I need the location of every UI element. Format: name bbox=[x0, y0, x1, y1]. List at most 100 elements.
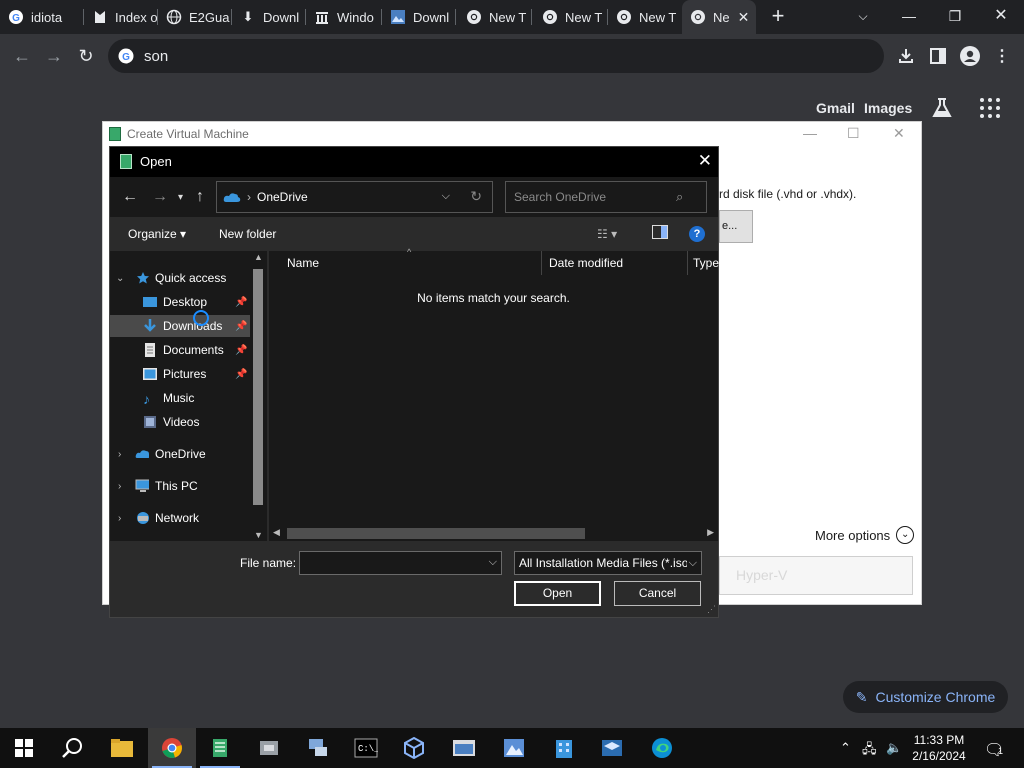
menu-icon[interactable]: ⋮ bbox=[990, 44, 1014, 68]
scroll-right-icon[interactable]: ▶ bbox=[707, 527, 714, 538]
chrome-taskbar-button[interactable] bbox=[148, 728, 196, 768]
open-button[interactable]: Open bbox=[514, 581, 601, 606]
search-taskbar-button[interactable] bbox=[48, 728, 96, 768]
tab-0[interactable]: G idiota bbox=[8, 0, 84, 34]
refresh-icon[interactable]: ↻ bbox=[470, 188, 482, 205]
more-options-button[interactable]: More options ⌄ bbox=[815, 526, 915, 544]
view-options-icon[interactable]: ☷ ▾ bbox=[597, 227, 617, 241]
nav-item-documents[interactable]: Documents 📌 bbox=[110, 339, 250, 361]
close-tab-icon[interactable]: ✕ bbox=[738, 9, 750, 26]
tab-7[interactable]: New T bbox=[532, 0, 608, 34]
volume-muted-icon[interactable]: 🔈 bbox=[886, 740, 902, 756]
app-taskbar-button-5[interactable] bbox=[540, 728, 588, 768]
preview-pane-icon[interactable] bbox=[652, 225, 668, 242]
app-taskbar-button-3[interactable] bbox=[440, 728, 488, 768]
edge-taskbar-button[interactable] bbox=[638, 728, 686, 768]
tab-3[interactable]: ⬇ Downl bbox=[232, 0, 306, 34]
column-header-date-modified[interactable]: Date modified bbox=[549, 251, 623, 275]
collapsed-chevron-icon[interactable]: › bbox=[118, 481, 121, 492]
profile-icon[interactable] bbox=[958, 44, 982, 68]
tab-active[interactable]: Ne ✕ bbox=[682, 0, 756, 34]
file-explorer-taskbar-button[interactable] bbox=[98, 728, 146, 768]
dialog-close-button[interactable]: ✕ bbox=[698, 151, 712, 171]
labs-flask-icon[interactable] bbox=[930, 96, 954, 120]
nav-item-music[interactable]: ♪ Music bbox=[110, 387, 250, 409]
tab-8[interactable]: New T bbox=[608, 0, 682, 34]
tab-search-chevron-icon[interactable]: ⌵ bbox=[840, 0, 886, 34]
nav-scrollbar[interactable]: ▲ ▼ bbox=[251, 251, 265, 541]
side-panel-icon[interactable] bbox=[926, 44, 950, 68]
nav-item-pictures[interactable]: Pictures 📌 bbox=[110, 363, 250, 385]
nav-item-desktop[interactable]: Desktop 📌 bbox=[110, 291, 250, 313]
nav-item-network[interactable]: › Network bbox=[110, 507, 250, 529]
collapsed-chevron-icon[interactable]: › bbox=[118, 449, 121, 460]
address-bar[interactable]: › OneDrive ⌵ ↻ bbox=[216, 181, 493, 213]
browse-button[interactable]: e... bbox=[719, 210, 753, 243]
pin-icon[interactable]: 📌 bbox=[235, 297, 247, 308]
tab-1[interactable]: Index o bbox=[84, 0, 158, 34]
search-box[interactable]: ⌕ bbox=[505, 181, 707, 213]
filter-dropdown-icon[interactable]: ⌵ bbox=[686, 552, 697, 574]
app-taskbar-button-6[interactable] bbox=[588, 728, 636, 768]
reload-button[interactable]: ↻ bbox=[72, 42, 100, 70]
start-button[interactable] bbox=[0, 728, 48, 768]
vm-close-button[interactable]: ✕ bbox=[893, 125, 905, 142]
file-name-input[interactable]: ⌵ bbox=[299, 551, 502, 575]
vm-minimize-button[interactable]: — bbox=[803, 125, 817, 141]
file-name-dropdown-icon[interactable]: ⌵ bbox=[489, 556, 497, 569]
pin-icon[interactable]: 📌 bbox=[235, 345, 247, 356]
scroll-up-icon[interactable]: ▲ bbox=[254, 252, 263, 262]
resize-grip-icon[interactable]: ⋰ bbox=[707, 604, 716, 615]
collapsed-chevron-icon[interactable]: › bbox=[118, 513, 121, 524]
cancel-button[interactable]: Cancel bbox=[614, 581, 701, 606]
file-list-horizontal-scrollbar[interactable]: ◀ ▶ bbox=[269, 525, 718, 541]
file-list-scroll-thumb[interactable] bbox=[287, 528, 585, 539]
app-taskbar-button-1[interactable] bbox=[246, 728, 294, 768]
nav-item-quick-access[interactable]: ⌄ Quick access bbox=[110, 267, 250, 289]
search-input[interactable] bbox=[506, 190, 676, 204]
cmd-taskbar-button[interactable]: C:\_ bbox=[342, 728, 390, 768]
app-taskbar-button-4[interactable] bbox=[490, 728, 538, 768]
column-header-name[interactable]: Name bbox=[287, 251, 319, 275]
address-dropdown-icon[interactable]: ⌵ bbox=[442, 190, 450, 203]
forward-button[interactable]: → bbox=[40, 42, 68, 70]
gmail-link[interactable]: Gmail bbox=[816, 100, 855, 116]
help-icon[interactable]: ? bbox=[689, 226, 705, 242]
omnibox[interactable]: G bbox=[108, 39, 884, 73]
pin-icon[interactable]: 📌 bbox=[235, 321, 247, 332]
images-link[interactable]: Images bbox=[864, 100, 912, 116]
close-window-button[interactable]: ✕ bbox=[978, 0, 1024, 34]
tab-5[interactable]: Downl bbox=[382, 0, 456, 34]
expanded-chevron-icon[interactable]: ⌄ bbox=[116, 273, 124, 284]
tab-4[interactable]: Windo bbox=[306, 0, 382, 34]
organize-button[interactable]: Organize ▾ bbox=[128, 227, 186, 241]
virtualbox-taskbar-button[interactable] bbox=[390, 728, 438, 768]
up-arrow-icon[interactable]: ↑ bbox=[196, 188, 204, 206]
show-hidden-icons-chevron-icon[interactable]: ⌃ bbox=[840, 740, 851, 756]
minimize-button[interactable]: — bbox=[886, 0, 932, 34]
create-vm-button[interactable]: Hyper-V bbox=[719, 556, 913, 595]
omnibox-input[interactable] bbox=[144, 47, 844, 65]
column-header-type[interactable]: Type bbox=[693, 251, 719, 275]
customize-chrome-button[interactable]: ✎ Customize Chrome bbox=[843, 681, 1008, 713]
tab-6[interactable]: New T bbox=[456, 0, 532, 34]
apps-grid-icon[interactable] bbox=[980, 98, 1000, 118]
network-status-icon[interactable]: 🖧 bbox=[862, 740, 877, 762]
nav-item-videos[interactable]: Videos bbox=[110, 411, 250, 433]
nav-item-this-pc[interactable]: › This PC bbox=[110, 475, 250, 497]
file-type-filter-select[interactable]: All Installation Media Files (*.iso ⌵ bbox=[514, 551, 702, 575]
new-folder-button[interactable]: New folder bbox=[219, 227, 276, 241]
back-arrow-icon[interactable]: ← bbox=[122, 188, 138, 206]
tab-2[interactable]: E2Gua bbox=[158, 0, 232, 34]
nav-item-onedrive[interactable]: › OneDrive bbox=[110, 443, 250, 465]
breadcrumb-location[interactable]: OneDrive bbox=[257, 190, 308, 204]
vm-maximize-button[interactable]: ☐ bbox=[847, 125, 860, 142]
taskbar-clock[interactable]: 11:33 PM 2/16/2024 bbox=[906, 732, 972, 764]
hyperv-taskbar-button[interactable] bbox=[196, 728, 244, 768]
download-icon[interactable] bbox=[894, 44, 918, 68]
restore-button[interactable]: ❐ bbox=[932, 0, 978, 34]
app-taskbar-button-2[interactable] bbox=[294, 728, 342, 768]
new-tab-button[interactable]: + bbox=[766, 4, 790, 28]
pin-icon[interactable]: 📌 bbox=[235, 369, 247, 380]
recent-locations-chevron-icon[interactable]: ▾ bbox=[178, 192, 183, 203]
